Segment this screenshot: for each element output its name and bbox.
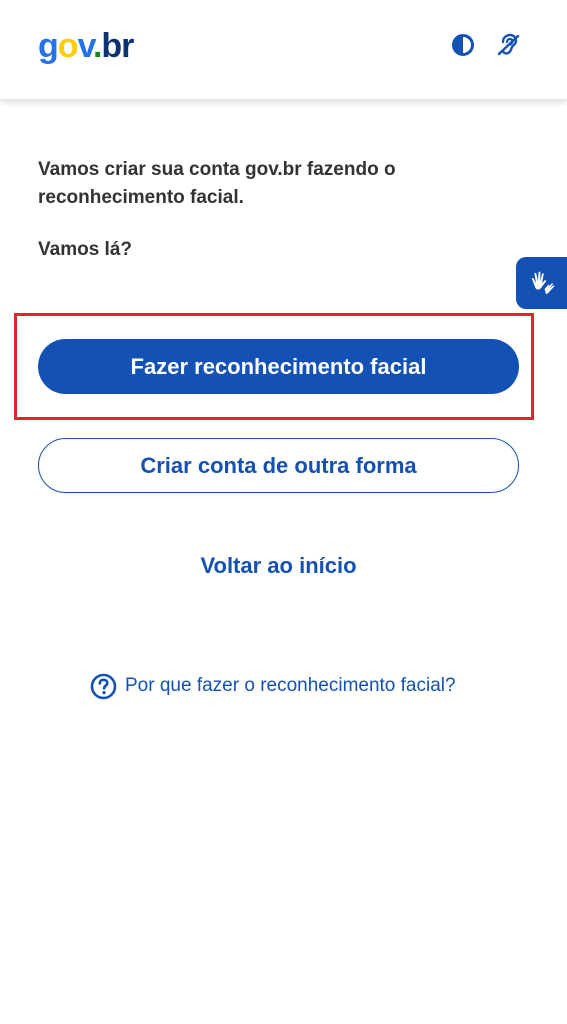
help-link-label: Por que fazer o reconhecimento facial? [125,675,456,696]
sign-language-hands-icon [531,271,554,294]
question-circle-icon [90,673,117,699]
help-link[interactable]: Por que fazer o reconhecimento facial? [90,672,456,700]
hearing-icon[interactable] [495,32,521,58]
create-account-other-way-button[interactable]: Criar conta de outra forma [38,438,519,493]
question-text: Vamos lá? [38,239,132,260]
govbr-logo[interactable]: gov.br [38,26,134,66]
page: gov.br Vamos criar sua conta gov.br faze… [0,0,567,1024]
header: gov.br [0,0,567,100]
intro-text: Vamos criar sua conta gov.br fazendo o r… [38,159,396,208]
facial-recognition-button[interactable]: Fazer reconhecimento facial [38,339,519,394]
contrast-icon[interactable] [450,32,476,58]
vlibras-widget-button[interactable] [516,257,567,309]
back-to-start-link[interactable]: Voltar ao início [0,551,557,581]
